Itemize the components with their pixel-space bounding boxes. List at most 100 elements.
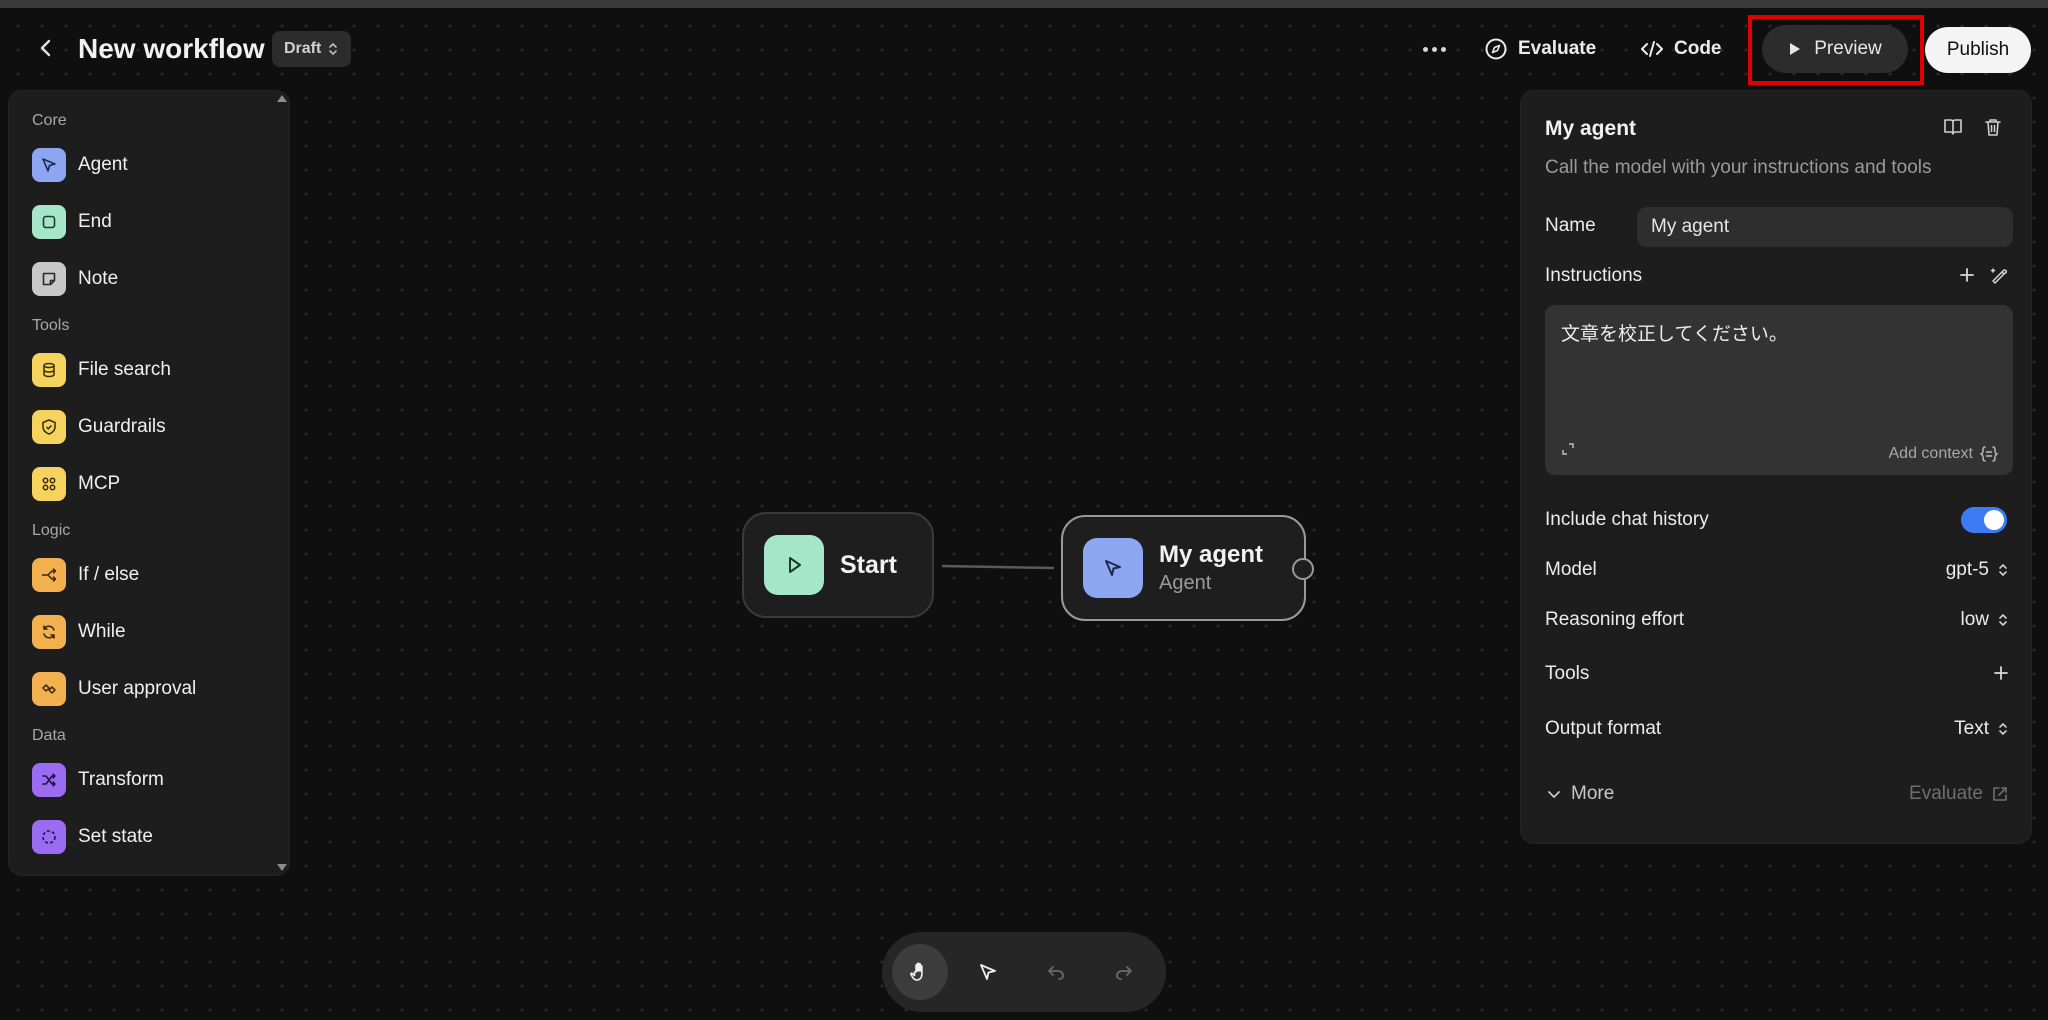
cursor-icon — [32, 148, 66, 182]
palette-item-guardrails[interactable]: Guardrails — [32, 409, 166, 445]
more-dot — [1440, 46, 1446, 52]
node-agent-label: My agent — [1159, 541, 1264, 568]
draft-status-dropdown[interactable]: Draft — [272, 31, 352, 67]
palette-item-mcp[interactable]: MCP — [32, 466, 120, 502]
instructions-textarea[interactable]: 文章を校正してください。 Add context — [1545, 305, 2013, 475]
magic-pen-icon — [1990, 268, 2007, 284]
node-my-agent[interactable]: My agent Agent — [1061, 515, 1306, 621]
scroll-down-arrow[interactable] — [277, 864, 287, 871]
play-icon — [1790, 43, 1801, 55]
palette-item-label: User approval — [78, 678, 197, 699]
palette-item-label: Guardrails — [78, 416, 166, 437]
redo-button[interactable] — [1096, 944, 1152, 1000]
node-start[interactable]: Start — [742, 512, 934, 618]
more-dot — [1431, 46, 1437, 52]
expand-icon[interactable] — [1561, 442, 1575, 461]
model-value: gpt-5 — [1945, 559, 1989, 580]
palette-item-end[interactable]: End — [32, 204, 112, 240]
palette-item-label: Agent — [78, 154, 128, 175]
scroll-up-arrow[interactable] — [277, 95, 287, 102]
palette-item-user-approval[interactable]: User approval — [32, 671, 196, 707]
palette-item-while[interactable]: While — [32, 614, 126, 650]
branch-icon — [32, 558, 66, 592]
palette-item-label: Note — [78, 268, 119, 289]
palette-item-transform[interactable]: Transform — [32, 762, 164, 798]
more-dot — [1422, 46, 1428, 52]
palette-item-label: File search — [78, 359, 171, 380]
undo-button[interactable] — [1028, 944, 1084, 1000]
section-core: Core — [32, 112, 67, 129]
more-options-button[interactable] — [1418, 28, 1450, 70]
output-format-label: Output format — [1545, 718, 1662, 739]
reasoning-effort-select[interactable]: low — [1960, 609, 2009, 631]
preview-button[interactable]: Preview — [1762, 25, 1908, 73]
docs-button[interactable] — [1939, 113, 1967, 141]
pointer-tool-button[interactable] — [960, 944, 1016, 1000]
reasoning-effort-label: Reasoning effort — [1545, 609, 1685, 630]
plus-icon — [1994, 666, 2008, 680]
note-icon — [32, 262, 66, 296]
instructions-text: 文章を校正してください。 — [1561, 323, 1788, 345]
node-start-label: Start — [840, 550, 897, 579]
add-tool-button[interactable] — [1987, 659, 2015, 687]
code-button[interactable]: Code — [1640, 28, 1722, 70]
more-label: More — [1571, 783, 1615, 804]
add-context-button[interactable]: Add context — [1889, 445, 2000, 463]
book-icon — [1944, 119, 1962, 135]
section-tools: Tools — [32, 317, 70, 334]
node-palette: Core Agent End Note Tools File search Gu… — [8, 90, 290, 876]
instructions-label: Instructions — [1545, 265, 1643, 286]
hand-icon — [910, 962, 923, 981]
palette-item-if-else[interactable]: If / else — [32, 557, 139, 593]
shuffle-icon — [32, 763, 66, 797]
redo-icon — [1116, 966, 1132, 980]
output-format-value: Text — [1954, 718, 1989, 739]
evaluate-link[interactable]: Evaluate — [1909, 783, 2009, 805]
tools-label: Tools — [1545, 663, 1590, 684]
draft-status-label: Draft — [284, 40, 322, 57]
canvas-toolbar — [882, 932, 1166, 1012]
palette-item-label: Transform — [78, 769, 164, 790]
code-label: Code — [1674, 38, 1722, 59]
chevron-left-icon — [40, 39, 51, 57]
evaluate-label: Evaluate — [1518, 38, 1597, 59]
evaluate-button[interactable]: Evaluate — [1484, 28, 1596, 70]
name-label: Name — [1545, 215, 1596, 236]
plus-icon — [1960, 268, 1974, 282]
node-output-handle[interactable] — [1292, 558, 1314, 580]
palette-item-label: End — [78, 211, 112, 232]
code-icon — [1641, 41, 1663, 57]
include-chat-history-toggle[interactable] — [1961, 507, 2007, 533]
database-icon — [32, 353, 66, 387]
compass-icon — [1485, 38, 1507, 60]
palette-item-file-search[interactable]: File search — [32, 352, 171, 388]
preview-label: Preview — [1814, 38, 1882, 59]
hand-tool-button[interactable] — [892, 944, 948, 1000]
stop-icon — [32, 205, 66, 239]
publish-label: Publish — [1946, 39, 2010, 60]
palette-item-note[interactable]: Note — [32, 261, 118, 297]
include-chat-history-label: Include chat history — [1545, 509, 1709, 530]
generate-instructions-button[interactable] — [1985, 261, 2013, 289]
palette-item-agent[interactable]: Agent — [32, 147, 128, 183]
section-data: Data — [32, 727, 66, 744]
cursor-icon — [1083, 538, 1143, 598]
mcp-icon — [32, 467, 66, 501]
publish-button[interactable]: Publish — [1925, 27, 2031, 73]
model-label: Model — [1545, 559, 1597, 580]
pointer-icon — [980, 964, 996, 980]
chevron-updown-icon — [1999, 563, 2007, 577]
node-agent-text: My agent Agent — [1159, 540, 1263, 596]
add-instruction-button[interactable] — [1953, 261, 1981, 289]
more-toggle[interactable]: More — [1545, 783, 1614, 805]
palette-item-set-state[interactable]: Set state — [32, 819, 153, 855]
window-top-strip — [0, 0, 2048, 8]
palette-item-label: MCP — [78, 473, 121, 494]
output-format-select[interactable]: Text — [1954, 718, 2009, 740]
delete-button[interactable] — [1979, 113, 2007, 141]
model-select[interactable]: gpt-5 — [1946, 559, 2009, 581]
trash-icon — [1985, 119, 2001, 136]
inspector-title: My agent — [1545, 117, 1637, 140]
back-button[interactable] — [30, 30, 62, 66]
name-input[interactable] — [1637, 207, 2013, 247]
